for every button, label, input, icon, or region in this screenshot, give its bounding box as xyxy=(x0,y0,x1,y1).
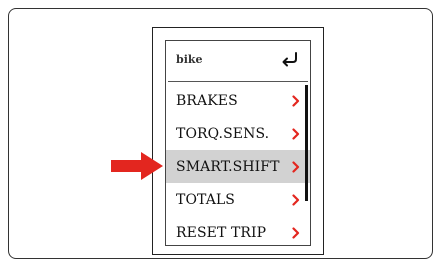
screen-title: bike xyxy=(176,53,203,66)
display-screen: bike BRAKES TORQ.SENS. SMART.SHIFT TOTAL… xyxy=(165,40,311,246)
chevron-right-icon xyxy=(292,127,300,140)
menu-item-brakes[interactable]: BRAKES xyxy=(166,84,310,117)
menu-item-label: TOTALS xyxy=(176,191,235,208)
display-device: bike BRAKES TORQ.SENS. SMART.SHIFT TOTAL… xyxy=(152,27,324,255)
menu-item-label: SMART.SHIFT xyxy=(176,158,280,175)
settings-menu: BRAKES TORQ.SENS. SMART.SHIFT TOTALS RES… xyxy=(166,84,310,245)
screen-header: bike xyxy=(166,41,310,81)
menu-scrollbar[interactable] xyxy=(305,85,308,201)
menu-item-smart-shift[interactable]: SMART.SHIFT xyxy=(166,150,310,183)
return-arrow-icon[interactable] xyxy=(280,51,300,67)
menu-item-reset-trip[interactable]: RESET TRIP xyxy=(166,216,310,245)
chevron-right-icon xyxy=(292,94,300,107)
menu-item-label: RESET TRIP xyxy=(176,224,267,241)
chevron-right-icon xyxy=(292,160,300,173)
menu-item-label: BRAKES xyxy=(176,92,238,109)
menu-item-totals[interactable]: TOTALS xyxy=(166,183,310,216)
red-arrow-icon xyxy=(111,152,163,180)
chevron-right-icon xyxy=(292,193,300,206)
chevron-right-icon xyxy=(292,226,300,239)
header-divider xyxy=(168,81,308,82)
menu-item-torq-sens[interactable]: TORQ.SENS. xyxy=(166,117,310,150)
menu-item-label: TORQ.SENS. xyxy=(176,125,270,142)
